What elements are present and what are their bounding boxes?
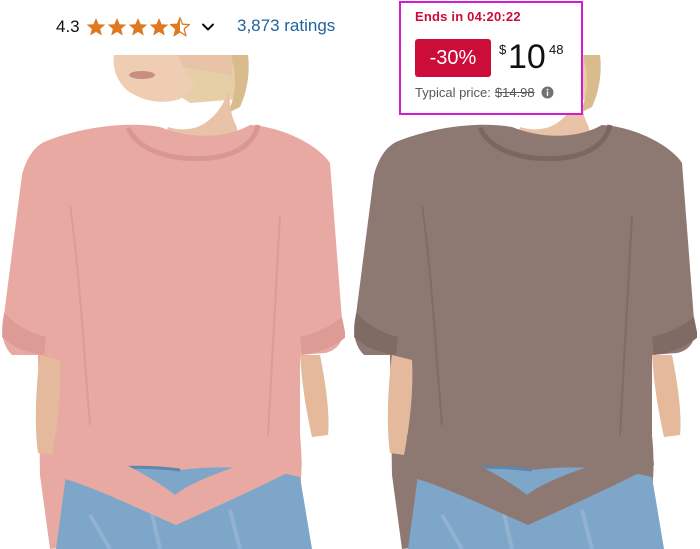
deal-price-box[interactable]: Ends in 04:20:22 -30% $ 10 48 Typical pr…	[399, 1, 583, 115]
product-image-pink[interactable]	[0, 55, 345, 549]
star-icon	[149, 18, 168, 36]
price-currency-symbol: $	[499, 42, 507, 57]
rating-value: 4.3	[56, 17, 80, 36]
typical-price-label: Typical price:	[415, 85, 491, 100]
price-whole: 10	[508, 38, 546, 76]
product-image-mocha[interactable]	[352, 55, 697, 549]
typical-price-value: $14.98	[494, 85, 535, 100]
price-fraction: 48	[549, 42, 564, 57]
star-icon	[128, 18, 147, 36]
deal-countdown: Ends in 04:20:22	[415, 9, 521, 24]
ratings-count-link[interactable]: 3,873 ratings	[237, 16, 335, 36]
star-half-icon	[169, 17, 190, 37]
star-rating[interactable]	[86, 17, 191, 37]
star-icon	[86, 18, 105, 36]
rating-row: 4.3	[56, 14, 215, 40]
discount-badge: -30%	[415, 39, 491, 77]
typical-price-line: Typical price: $14.98	[415, 85, 554, 100]
info-icon[interactable]	[541, 86, 554, 99]
star-icon	[107, 18, 126, 36]
chevron-down-icon[interactable]	[201, 20, 215, 34]
